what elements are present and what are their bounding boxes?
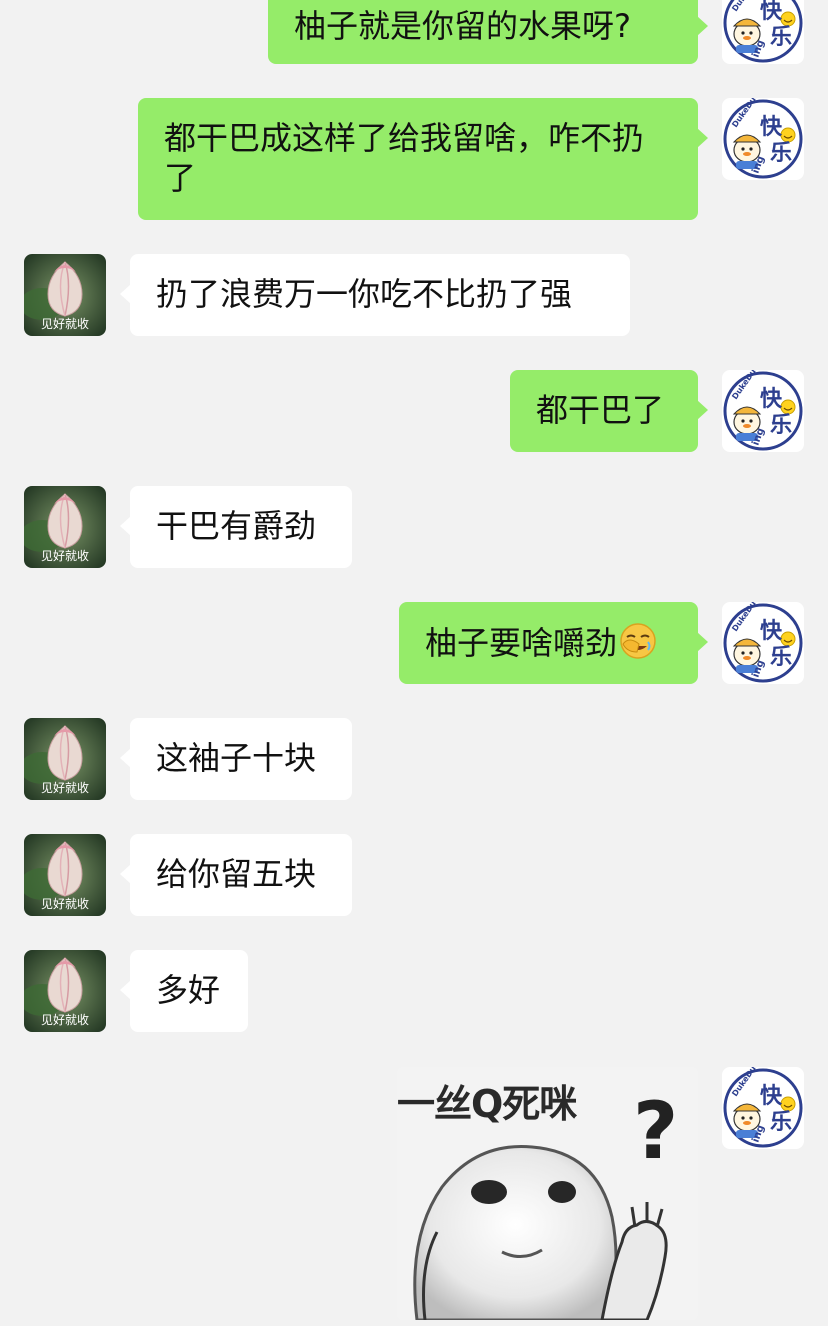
svg-text:见好就收: 见好就收: [41, 317, 89, 331]
contact-avatar[interactable]: 见好就收: [24, 834, 106, 916]
message-text: 柚子要啥嚼劲: [425, 624, 618, 662]
message-bubble-sent[interactable]: 都干巴成这样了给我留啥，咋不扔了: [138, 98, 708, 220]
sticker-caption: 一丝Q死咪: [397, 1082, 577, 1126]
message-text: 柚子就是你留的水果呀?: [294, 7, 631, 45]
message-bubble-received[interactable]: 扔了浪费万一你吃不比扔了强: [120, 254, 630, 336]
message-bubble-received[interactable]: 这袖子十块: [120, 718, 352, 800]
duck-avatar-icon: DukeDuck快乐ing: [722, 602, 804, 684]
message-bubble-received[interactable]: 给你留五块: [120, 834, 352, 916]
message-text: 扔了浪费万一你吃不比扔了强: [156, 275, 573, 313]
contact-avatar[interactable]: 见好就收: [24, 718, 106, 800]
svg-text:快: 快: [760, 387, 783, 412]
duck-avatar-icon: DukeDuck快乐ing: [722, 98, 804, 180]
svg-text:乐: 乐: [770, 645, 792, 670]
svg-text:见好就收: 见好就收: [41, 1013, 89, 1027]
my-avatar[interactable]: DukeDuck快乐ing: [722, 370, 804, 452]
svg-text:乐: 乐: [770, 141, 792, 166]
message-text: 多好: [156, 971, 221, 1009]
svg-text:快: 快: [760, 0, 783, 24]
my-avatar[interactable]: DukeDuck快乐ing: [722, 0, 804, 64]
svg-text:乐: 乐: [770, 1110, 792, 1135]
message-text: 都干巴了: [536, 391, 665, 429]
contact-avatar[interactable]: 见好就收: [24, 486, 106, 568]
my-avatar[interactable]: DukeDuck快乐ing: [722, 1067, 804, 1149]
my-avatar[interactable]: DukeDuck快乐ing: [722, 602, 804, 684]
message-bubble-sent[interactable]: 柚子就是你留的水果呀?: [268, 0, 708, 64]
message-text: 都干巴成这样了给我留啥，咋不扔了: [164, 119, 645, 197]
question-mark: ?: [633, 1087, 679, 1177]
svg-text:见好就收: 见好就收: [41, 897, 89, 911]
message-bubble-sent[interactable]: 都干巴了: [510, 370, 708, 452]
contact-avatar[interactable]: 见好就收: [24, 950, 106, 1032]
sticker-image[interactable]: 一丝Q死咪 ?: [397, 1067, 698, 1320]
duck-avatar-icon: DukeDuck快乐ing: [722, 0, 804, 64]
lotus-avatar-icon: 见好就收: [24, 486, 106, 568]
facepalm-emoji-icon: [620, 623, 656, 659]
svg-text:见好就收: 见好就收: [41, 549, 89, 563]
duck-avatar-icon: DukeDuck快乐ing: [722, 370, 804, 452]
message-bubble-sent[interactable]: 柚子要啥嚼劲: [399, 602, 708, 684]
my-avatar[interactable]: DukeDuck快乐ing: [722, 98, 804, 180]
svg-text:乐: 乐: [770, 25, 792, 50]
svg-text:见好就收: 见好就收: [41, 781, 89, 795]
lotus-avatar-icon: 见好就收: [24, 834, 106, 916]
message-bubble-received[interactable]: 干巴有爵劲: [120, 486, 352, 568]
lotus-avatar-icon: 见好就收: [24, 718, 106, 800]
message-text: 干巴有爵劲: [156, 507, 317, 545]
svg-text:快: 快: [760, 619, 783, 644]
contact-avatar[interactable]: 见好就收: [24, 254, 106, 336]
lotus-avatar-icon: 见好就收: [24, 254, 106, 336]
duck-avatar-icon: DukeDuck快乐ing: [722, 1067, 804, 1149]
message-text: 这袖子十块: [156, 739, 317, 777]
svg-text:快: 快: [760, 1084, 783, 1109]
lotus-avatar-icon: 见好就收: [24, 950, 106, 1032]
chat-area: 柚子就是你留的水果呀? DukeDuck快乐ing 都干巴成这样了给我留啥，咋不…: [0, 0, 828, 1326]
message-bubble-received[interactable]: 多好: [120, 950, 248, 1032]
svg-text:快: 快: [760, 115, 783, 140]
svg-text:乐: 乐: [770, 413, 792, 438]
message-text: 给你留五块: [156, 855, 317, 893]
